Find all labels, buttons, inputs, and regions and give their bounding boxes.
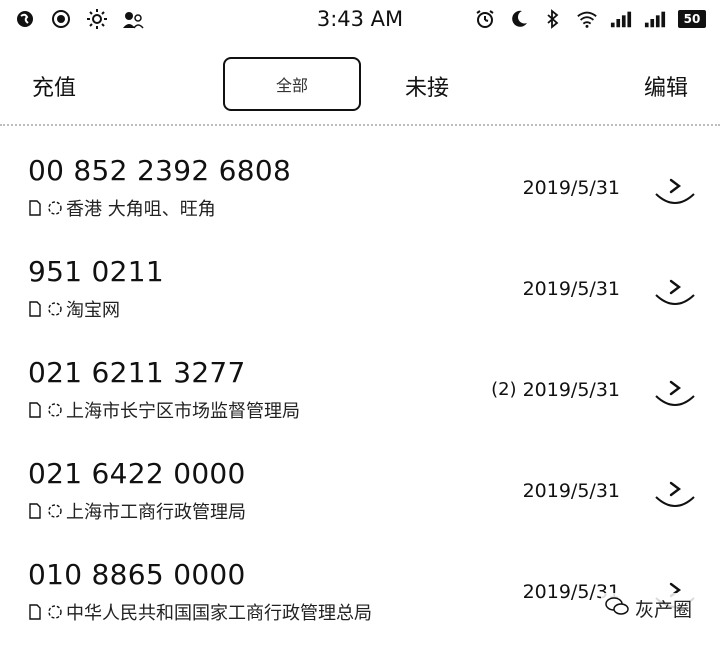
top-tab-bar: 充值 全部 未接 编辑 <box>0 52 720 126</box>
status-bar: 3:43 AM 50 <box>0 0 720 40</box>
call-date: 2019/5/31 <box>522 278 620 300</box>
call-list-item[interactable]: 00 852 2392 6808 香港 大角咀、旺角 2019/5/31 <box>0 150 720 251</box>
call-meta: 上海市工商行政管理局 <box>28 498 246 524</box>
call-location: 上海市工商行政管理局 <box>66 502 246 523</box>
call-meta: 上海市长宁区市场监督管理局 <box>28 397 300 423</box>
chevron-right-icon <box>655 380 695 406</box>
tab-all[interactable]: 全部 <box>223 57 361 111</box>
status-right-icons: 50 <box>474 8 706 30</box>
call-location: 香港 大角咀、旺角 <box>66 199 216 220</box>
sim-icon <box>28 503 42 519</box>
call-type-icon <box>47 604 62 620</box>
call-location: 淘宝网 <box>66 300 120 321</box>
call-number: 021 6211 3277 <box>28 356 246 389</box>
alarm-icon <box>474 8 496 30</box>
call-number: 00 852 2392 6808 <box>28 154 292 187</box>
call-date: 2019/5/31 <box>522 379 620 401</box>
call-location: 上海市长宁区市场监督管理局 <box>66 401 300 422</box>
watermark-text: 灰产圈 <box>634 599 692 621</box>
moon-icon <box>508 8 530 30</box>
call-meta: 淘宝网 <box>28 296 120 322</box>
call-date: 2019/5/31 <box>522 177 620 199</box>
tab-divider <box>0 124 720 126</box>
call-number: 010 8865 0000 <box>28 558 246 591</box>
signal-1-icon <box>610 8 632 30</box>
call-type-icon <box>47 200 62 216</box>
call-type-icon <box>47 402 62 418</box>
tab-recharge[interactable]: 充值 <box>32 70 76 102</box>
edit-button[interactable]: 编辑 <box>644 70 688 102</box>
sim-icon <box>28 200 42 216</box>
sim-icon <box>28 402 42 418</box>
call-type-icon <box>47 301 62 317</box>
call-date: 2019/5/31 <box>522 480 620 502</box>
call-number: 021 6422 0000 <box>28 457 246 490</box>
call-list-item[interactable]: 021 6422 0000 上海市工商行政管理局 2019/5/31 <box>0 453 720 554</box>
call-list: 00 852 2392 6808 香港 大角咀、旺角 2019/5/31 951… <box>0 150 720 655</box>
call-detail-button[interactable] <box>652 475 698 517</box>
call-meta: 香港 大角咀、旺角 <box>28 195 216 221</box>
call-detail-button[interactable] <box>652 172 698 214</box>
call-type-icon <box>47 503 62 519</box>
call-detail-button[interactable] <box>652 374 698 416</box>
call-meta: 中华人民共和国国家工商行政管理总局 <box>28 599 372 625</box>
watermark: 灰产圈 <box>600 593 696 624</box>
signal-2-icon <box>644 8 666 30</box>
call-number: 951 0211 <box>28 255 165 288</box>
call-list-item[interactable]: 951 0211 淘宝网 2019/5/31 <box>0 251 720 352</box>
chevron-right-icon <box>655 481 695 507</box>
wifi-icon <box>576 8 598 30</box>
sim-icon <box>28 604 42 620</box>
call-location: 中华人民共和国国家工商行政管理总局 <box>66 603 372 624</box>
tab-missed[interactable]: 未接 <box>405 70 449 102</box>
chevron-right-icon <box>655 178 695 204</box>
chevron-right-icon <box>655 279 695 305</box>
call-count: (2) <box>491 379 517 400</box>
call-list-item[interactable]: 021 6211 3277 上海市长宁区市场监督管理局 (2) 2019/5/3… <box>0 352 720 453</box>
bluetooth-icon <box>542 8 564 30</box>
call-detail-button[interactable] <box>652 273 698 315</box>
battery-icon: 50 <box>678 10 706 28</box>
wechat-icon <box>605 596 629 621</box>
sim-icon <box>28 301 42 317</box>
